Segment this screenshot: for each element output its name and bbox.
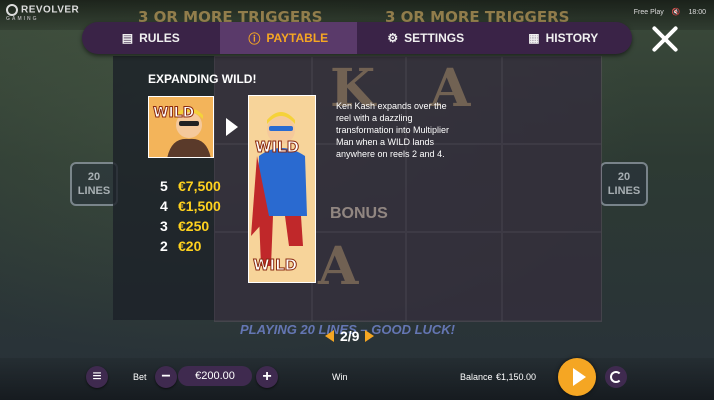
symbol-description: Ken Kash expands over the reel with a da…	[336, 101, 450, 159]
brand-sub: GAMING	[6, 16, 39, 22]
svg-text:WILD: WILD	[153, 105, 194, 121]
info-icon: ⓘ	[248, 31, 261, 46]
payout-value: €250	[178, 218, 210, 234]
play-mode: Free Play	[633, 8, 664, 16]
tab-history[interactable]: ▦ HISTORY	[495, 22, 633, 54]
tab-history-label: HISTORY	[545, 31, 599, 45]
tab-settings[interactable]: ⚙ SETTINGS	[357, 22, 495, 54]
revolver-logo-icon	[6, 4, 18, 16]
spin-button[interactable]	[558, 358, 596, 396]
payout-row: 2 €20	[160, 236, 221, 256]
transform-arrow-icon	[226, 118, 238, 136]
lines-number: 20	[617, 171, 631, 183]
status-area: Free Play 🔇 18:00	[633, 8, 706, 17]
close-icon[interactable]	[650, 24, 680, 54]
autoplay-icon[interactable]	[605, 366, 627, 388]
payout-count: 3	[160, 218, 168, 234]
bet-value: €200.00	[178, 366, 252, 386]
payout-count: 2	[160, 238, 168, 254]
menu-icon[interactable]: ≡	[86, 366, 108, 388]
prev-page-icon[interactable]	[325, 330, 334, 342]
help-tabs: ▤ RULES ⓘ PAYTABLE ⚙ SETTINGS ▦ HISTORY	[82, 22, 632, 54]
page-indicator: 2/9	[340, 328, 360, 344]
balance-label: Balance	[460, 372, 493, 382]
payout-row: 5 €7,500	[160, 176, 221, 196]
balance-value: €1,150.00	[496, 372, 537, 382]
book-icon: ▤	[121, 31, 134, 45]
payout-row: 4 €1,500	[160, 196, 221, 216]
svg-text:WILD: WILD	[253, 256, 297, 274]
paytable-title: EXPANDING WILD!	[148, 72, 257, 86]
lines-indicator-left: 20 LINES	[70, 162, 118, 206]
bet-decrease-button[interactable]: −	[155, 366, 177, 388]
lines-number: 20	[87, 171, 101, 183]
tab-rules-label: RULES	[139, 31, 180, 45]
calendar-icon: ▦	[528, 31, 540, 45]
brand-logo: REVOLVER GAMING	[6, 4, 79, 22]
payout-value: €7,500	[178, 178, 221, 194]
bet-increase-button[interactable]: +	[256, 366, 278, 388]
tab-paytable-label: PAYTABLE	[266, 31, 329, 45]
tab-settings-label: SETTINGS	[404, 31, 465, 45]
sound-icon[interactable]: 🔇	[672, 8, 681, 16]
reel-letter-a-bottom: A	[318, 236, 359, 297]
lines-word: LINES	[77, 185, 111, 197]
win-label: Win	[332, 372, 348, 382]
payout-count: 5	[160, 178, 168, 194]
wild-symbol-small: WILD	[148, 96, 214, 158]
tab-paytable[interactable]: ⓘ PAYTABLE	[219, 22, 357, 54]
lines-word: LINES	[607, 185, 641, 197]
page-navigator: 2/9	[325, 328, 375, 344]
bonus-symbol: BONUS	[330, 205, 388, 222]
payout-value: €20	[178, 238, 202, 254]
payout-table: 5 €7,500 4 €1,500 3 €250 2 €20	[160, 176, 221, 256]
payout-count: 4	[160, 198, 168, 214]
wild-symbol-expanded: WILD WILD	[248, 95, 316, 283]
gear-icon: ⚙	[387, 31, 399, 45]
bet-label: Bet	[133, 372, 147, 382]
next-page-icon[interactable]	[365, 330, 375, 342]
payout-row: 3 €250	[160, 216, 221, 236]
payout-value: €1,500	[178, 198, 221, 214]
tab-rules[interactable]: ▤ RULES	[82, 22, 220, 54]
brand-name: REVOLVER	[21, 4, 80, 16]
lines-indicator-right: 20 LINES	[600, 162, 648, 206]
clock-time: 18:00	[688, 8, 706, 16]
svg-text:WILD: WILD	[255, 138, 299, 156]
